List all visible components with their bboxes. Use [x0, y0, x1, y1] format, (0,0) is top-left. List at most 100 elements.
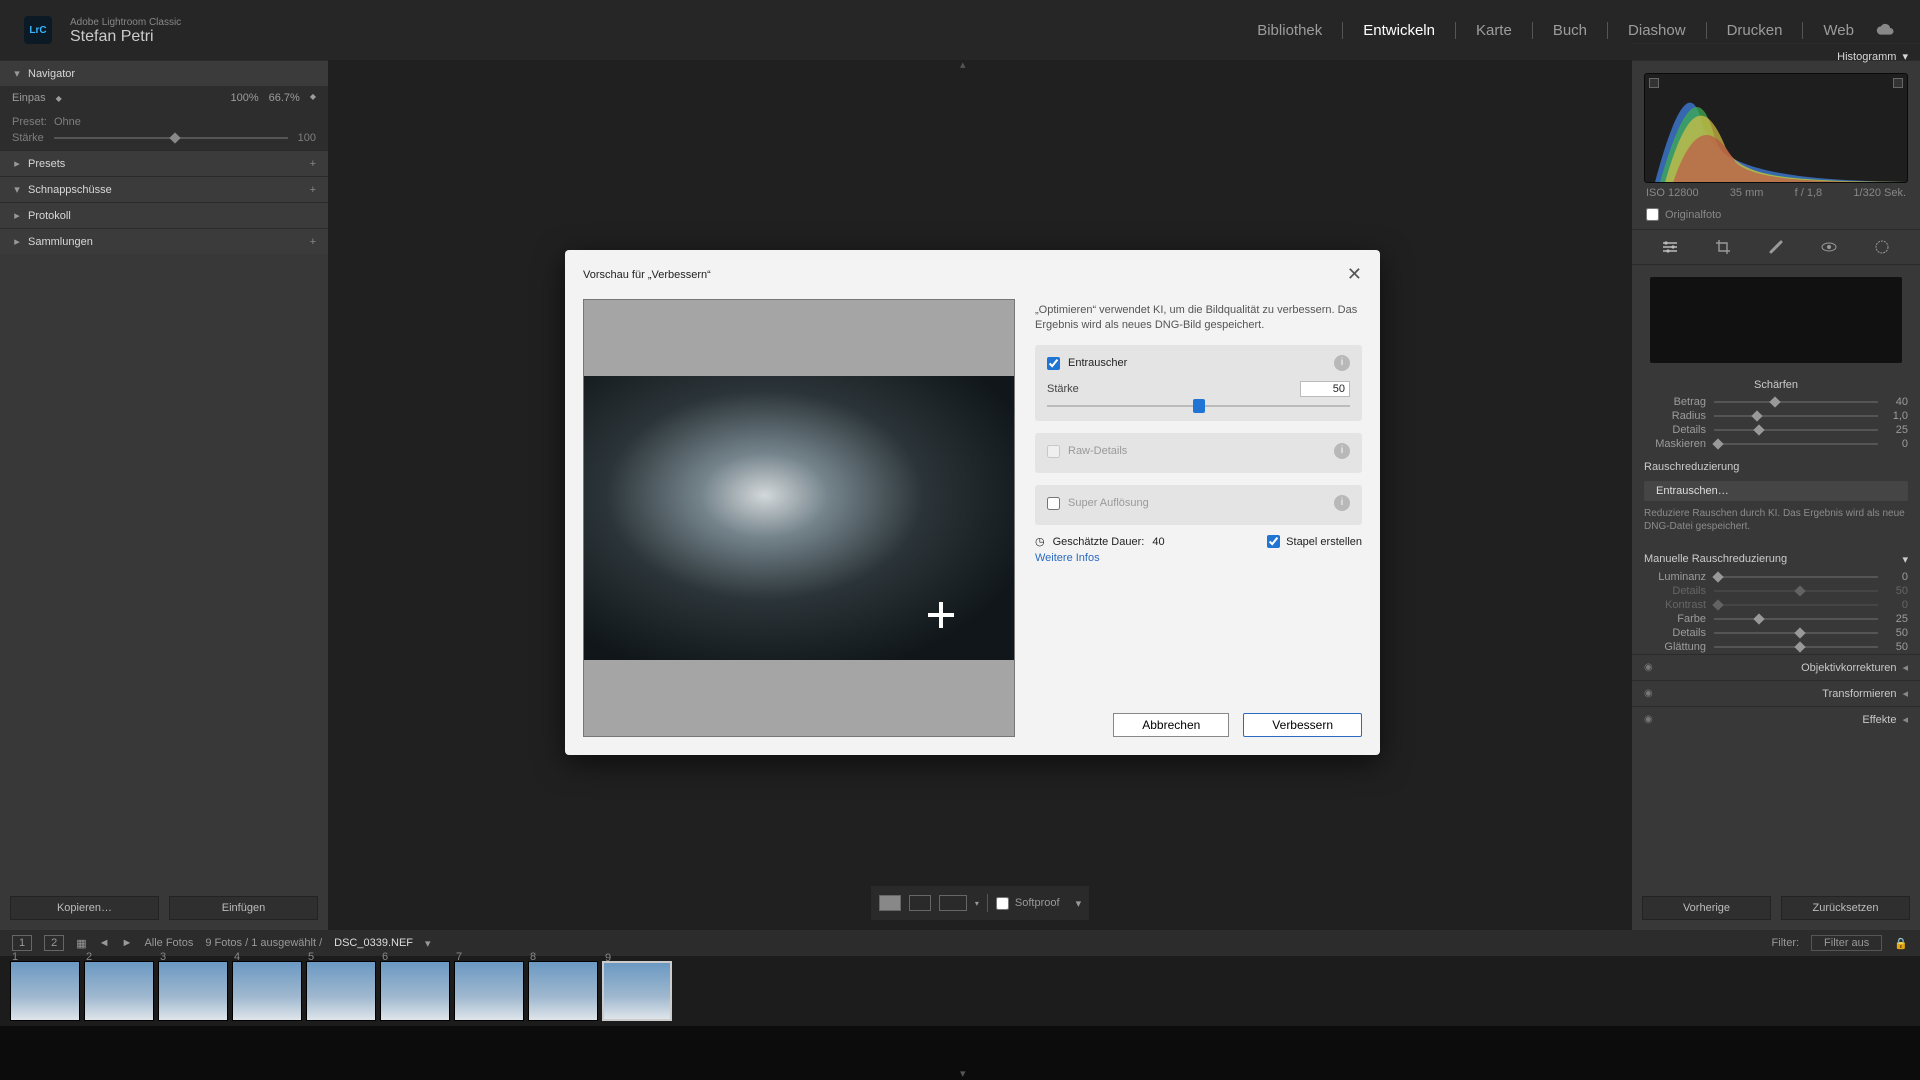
preset-value[interactable]: Ohne — [54, 116, 81, 128]
info-icon[interactable]: i — [1334, 495, 1350, 511]
add-snapshot-icon[interactable]: + — [310, 184, 316, 196]
left-panel: ▾ Navigator Einpas◆ 100% 66.7% ◆ Preset:… — [0, 60, 328, 930]
compare-view-icon[interactable] — [909, 895, 931, 911]
crop-icon[interactable] — [1711, 238, 1735, 256]
filmstrip[interactable]: 123456789 — [0, 956, 1920, 1026]
navigator-header[interactable]: ▾ Navigator — [0, 60, 328, 86]
presets-title: Presets — [28, 158, 310, 170]
heal-icon[interactable] — [1764, 238, 1788, 256]
copy-button[interactable]: Kopieren… — [10, 896, 159, 920]
snapshots-header[interactable]: ▾Schnappschüsse+ — [0, 176, 328, 202]
module-book[interactable]: Buch — [1553, 22, 1587, 39]
preset-strength-slider[interactable] — [54, 137, 288, 139]
thumbnail-6[interactable]: 6 — [380, 961, 450, 1021]
module-print[interactable]: Drucken — [1727, 22, 1783, 39]
super-res-checkbox[interactable] — [1047, 497, 1060, 510]
reset-button[interactable]: Zurücksetzen — [1781, 896, 1910, 920]
raw-details-checkbox — [1047, 445, 1060, 458]
filmstrip-collapse-icon[interactable]: ▾ — [960, 1067, 966, 1080]
effects-header[interactable]: ◉Effekte◂ — [1632, 706, 1920, 732]
zoom-100[interactable]: 100% — [231, 92, 259, 104]
history-header[interactable]: ▸Protokoll — [0, 202, 328, 228]
collections-header[interactable]: ▸Sammlungen+ — [0, 228, 328, 254]
transform-header[interactable]: ◉Transformieren◂ — [1632, 680, 1920, 706]
adjust-icon[interactable] — [1658, 238, 1682, 256]
noise-slider-Glättung[interactable]: Glättung 50 — [1632, 640, 1920, 654]
next-photo-icon[interactable]: ► — [122, 937, 133, 949]
histogram-graph[interactable] — [1644, 73, 1908, 183]
softproof-toggle[interactable]: Softproof — [996, 897, 1060, 910]
thumbnail-3[interactable]: 3 — [158, 961, 228, 1021]
module-slideshow[interactable]: Diashow — [1628, 22, 1686, 39]
add-collection-icon[interactable]: + — [310, 236, 316, 248]
module-web[interactable]: Web — [1823, 22, 1854, 39]
denoise-checkbox[interactable] — [1047, 357, 1060, 370]
close-icon[interactable]: ✕ — [1347, 264, 1362, 285]
strength-slider[interactable] — [1047, 405, 1350, 407]
crosshair-icon — [928, 602, 954, 628]
iso-value: ISO 12800 — [1646, 187, 1699, 199]
status-count[interactable]: Alle Fotos — [144, 937, 193, 949]
detail-preview[interactable] — [1650, 277, 1902, 363]
before-after-icon[interactable] — [939, 895, 967, 911]
noise-slider-Farbe[interactable]: Farbe 25 — [1632, 612, 1920, 626]
sharpen-slider-Radius[interactable]: Radius 1,0 — [1632, 409, 1920, 423]
enhance-dialog: Vorschau für „Verbessern“ ✕ „Optimieren“… — [565, 250, 1380, 755]
previous-button[interactable]: Vorherige — [1642, 896, 1771, 920]
right-panel: HistogrammHistogrammHistogramm .r-head:f… — [1632, 60, 1920, 930]
thumbnail-4[interactable]: 4 — [232, 961, 302, 1021]
add-preset-icon[interactable]: + — [310, 158, 316, 170]
filter-value[interactable]: Filter aus — [1811, 935, 1882, 951]
zoom-fit[interactable]: Einpas — [12, 92, 46, 104]
presets-header[interactable]: ▸Presets+ — [0, 150, 328, 176]
prev-photo-icon[interactable]: ◄ — [99, 937, 110, 949]
module-library[interactable]: Bibliothek — [1257, 22, 1322, 39]
mask-icon[interactable] — [1870, 238, 1894, 256]
sharpen-slider-Betrag[interactable]: Betrag 40 — [1632, 395, 1920, 409]
noise-slider-Luminanz[interactable]: Luminanz 0 — [1632, 570, 1920, 584]
header-collapse-icon[interactable]: ▴ — [960, 58, 966, 71]
manual-noise-header[interactable]: Manuelle Rauschreduzierung▾ — [1632, 543, 1920, 570]
noise-slider-Details[interactable]: Details 50 — [1632, 626, 1920, 640]
softproof-checkbox[interactable] — [996, 897, 1009, 910]
filter-lock-icon[interactable]: 🔒 — [1894, 937, 1908, 950]
thumbnail-8[interactable]: 8 — [528, 961, 598, 1021]
dialog-preview[interactable] — [583, 299, 1015, 737]
eye-icon[interactable]: ◉ — [1644, 662, 1653, 673]
strength-value[interactable]: 50 — [1300, 381, 1350, 397]
zoom-66[interactable]: 66.7% — [269, 92, 300, 104]
loupe-view-icon[interactable] — [879, 895, 901, 911]
toolbar-collapse-icon[interactable]: ▾ — [1076, 897, 1082, 910]
thumbnail-7[interactable]: 7 — [454, 961, 524, 1021]
paste-button[interactable]: Einfügen — [169, 896, 318, 920]
module-map[interactable]: Karte — [1476, 22, 1512, 39]
grid-2-button[interactable]: 2 — [44, 935, 64, 951]
cloud-sync-icon[interactable] — [1876, 23, 1896, 37]
thumbnail-9[interactable]: 9 — [602, 961, 672, 1021]
cancel-button[interactable]: Abbrechen — [1113, 713, 1229, 737]
thumbnail-1[interactable]: 1 — [10, 961, 80, 1021]
shadow-clip-icon[interactable] — [1649, 78, 1659, 88]
enhance-button[interactable]: Verbessern — [1243, 713, 1362, 737]
info-icon[interactable]: i — [1334, 355, 1350, 371]
info-icon[interactable]: i — [1334, 443, 1350, 459]
more-info-link[interactable]: Weitere Infos — [1035, 552, 1362, 564]
redeye-icon[interactable] — [1817, 238, 1841, 256]
snapshots-title: Schnappschüsse — [28, 184, 310, 196]
create-stack-checkbox[interactable] — [1267, 535, 1280, 548]
sharpen-slider-Maskieren[interactable]: Maskieren 0 — [1632, 437, 1920, 451]
preset-strength-value: 100 — [288, 132, 316, 144]
raw-details-group: Raw-Details i — [1035, 433, 1362, 473]
module-develop[interactable]: Entwickeln — [1363, 22, 1435, 39]
lens-header[interactable]: ◉Objektivkorrekturen◂ — [1632, 654, 1920, 680]
grid-icon[interactable]: ▦ — [76, 937, 86, 950]
denoise-button[interactable]: Entrauschen… — [1644, 481, 1908, 501]
thumbnail-5[interactable]: 5 — [306, 961, 376, 1021]
grid-1-button[interactable]: 1 — [12, 935, 32, 951]
highlight-clip-icon[interactable] — [1893, 78, 1903, 88]
sharpen-slider-Details[interactable]: Details 25 — [1632, 423, 1920, 437]
originalfoto-checkbox[interactable] — [1646, 208, 1659, 221]
zoom-stepper-icon[interactable]: ◆ — [310, 92, 316, 104]
status-filename[interactable]: DSC_0339.NEF — [334, 937, 413, 949]
thumbnail-2[interactable]: 2 — [84, 961, 154, 1021]
